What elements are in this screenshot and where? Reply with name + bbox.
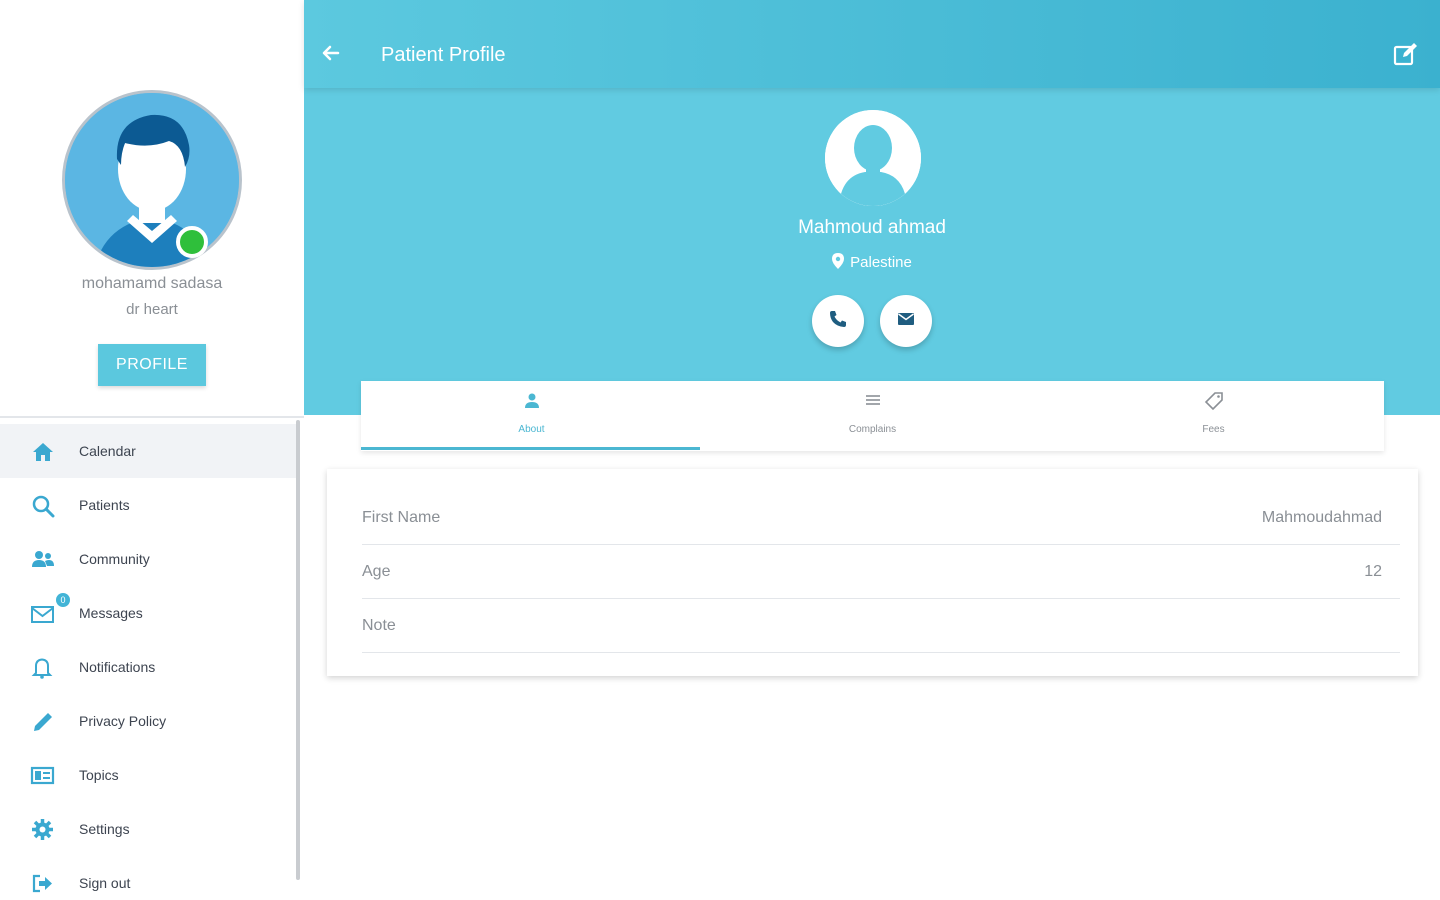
sidebar-item-notifications[interactable]: Notifications [0, 640, 296, 694]
sidebar-item-calendar[interactable]: Calendar [0, 424, 296, 478]
location-pin-icon [832, 253, 845, 273]
patient-location: Palestine [304, 253, 1440, 273]
mail-icon [896, 309, 916, 334]
app-bar: Patient Profile [304, 0, 1440, 88]
sidebar-item-settings[interactable]: Settings [0, 802, 296, 856]
search-icon [30, 493, 56, 519]
doctor-name: mohamamd sadasa [81, 275, 223, 292]
signout-icon [30, 871, 56, 897]
sidebar-item-topics[interactable]: Topics [0, 748, 296, 802]
email-button[interactable] [880, 295, 932, 347]
call-button[interactable] [812, 295, 864, 347]
sidebar-menu: Calendar Patients Community 0 Messages N… [0, 424, 296, 900]
patient-details-card: First Name Mahmoudahmad Age 12 Note [327, 469, 1418, 676]
sidebar-item-messages[interactable]: 0 Messages [0, 586, 296, 640]
page-title: Patient Profile [381, 44, 506, 66]
doctor-avatar[interactable] [62, 90, 242, 270]
profile-button[interactable]: PROFILE [98, 344, 206, 386]
detail-value: 12 [1364, 563, 1382, 580]
doctor-specialty: dr heart [126, 301, 178, 318]
sidebar-profile: mohamamd sadasa dr heart PROFILE [0, 0, 304, 418]
detail-row-first-name: First Name Mahmoudahmad [362, 491, 1400, 545]
tag-icon [1204, 391, 1224, 411]
sidebar-scrollbar[interactable] [296, 420, 300, 880]
detail-label: Note [362, 617, 396, 634]
patient-name: Mahmoud ahmad [798, 217, 946, 238]
edit-icon[interactable] [1392, 40, 1420, 68]
sidebar-item-community[interactable]: Community [0, 532, 296, 586]
topics-icon [30, 763, 56, 789]
people-icon [30, 547, 56, 573]
tab-complains[interactable]: Complains [702, 381, 1043, 451]
phone-icon [828, 309, 848, 334]
sidebar-item-label: Community [79, 551, 150, 567]
patient-location-text: Palestine [850, 254, 912, 271]
home-icon [30, 439, 56, 465]
tab-label: Complains [848, 424, 897, 435]
app: mohamamd sadasa dr heart PROFILE Calenda… [0, 0, 1440, 900]
sidebar-item-label: Settings [79, 821, 130, 837]
tab-label: Fees [1202, 424, 1225, 435]
sidebar-item-patients[interactable]: Patients [0, 478, 296, 532]
detail-row-age: Age 12 [362, 545, 1400, 599]
mail-icon [30, 601, 56, 627]
main-content: Patient Profile Mahmoud ahmad Palestine [304, 0, 1440, 900]
sidebar-item-label: Privacy Policy [79, 713, 167, 729]
detail-label: Age [362, 563, 391, 580]
tab-label: About [518, 424, 545, 435]
tab-about[interactable]: About [361, 381, 702, 451]
sidebar-item-label: Patients [79, 497, 130, 513]
bell-icon [30, 655, 56, 681]
sidebar-item-label: Notifications [79, 659, 156, 675]
detail-value: Mahmoudahmad [1261, 509, 1382, 526]
sidebar-item-label: Calendar [79, 443, 136, 459]
sidebar: mohamamd sadasa dr heart PROFILE Calenda… [0, 0, 304, 900]
profile-tabs: About Complains Fees [361, 381, 1384, 451]
detail-row-note: Note [362, 599, 1400, 653]
online-status-indicator [176, 226, 208, 258]
person-icon [522, 391, 542, 411]
sidebar-item-label: Topics [79, 767, 119, 783]
pencil-icon [30, 709, 56, 735]
detail-label: First Name [362, 509, 441, 526]
tab-fees[interactable]: Fees [1043, 381, 1384, 451]
gear-icon [30, 817, 56, 843]
messages-count-badge: 0 [56, 593, 70, 607]
sidebar-item-label: Messages [79, 605, 143, 621]
back-arrow-icon[interactable] [318, 40, 344, 66]
sidebar-item-sign-out[interactable]: Sign out [0, 856, 296, 900]
patient-avatar [825, 110, 921, 206]
sidebar-item-label: Sign out [79, 875, 131, 891]
sidebar-item-privacy-policy[interactable]: Privacy Policy [0, 694, 296, 748]
active-tab-indicator [361, 447, 700, 450]
list-icon [863, 391, 883, 411]
